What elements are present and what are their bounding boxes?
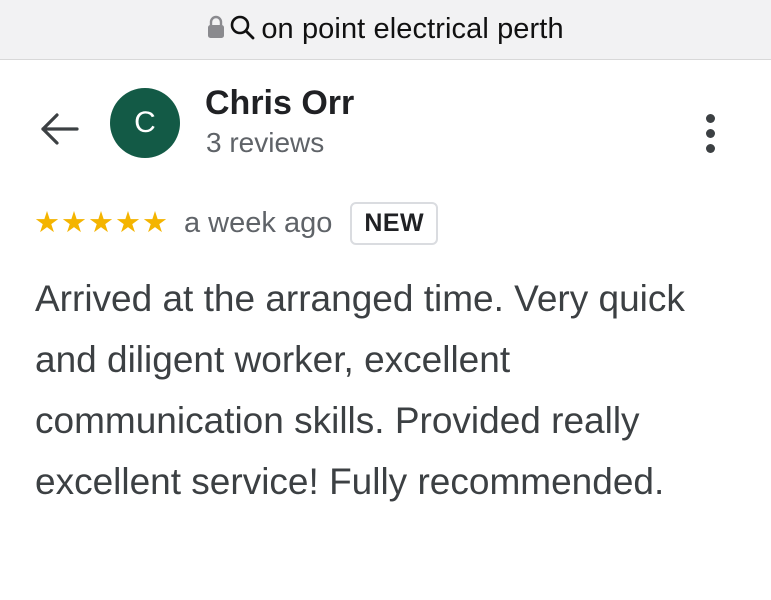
more-vertical-icon-dot xyxy=(705,143,715,153)
new-badge: NEW xyxy=(350,201,439,245)
star-rating: ★ ★ ★ ★ ★ xyxy=(34,208,168,238)
star-icon: ★ xyxy=(34,207,60,239)
more-options-button[interactable] xyxy=(690,108,730,158)
star-icon: ★ xyxy=(88,207,114,239)
star-icon: ★ xyxy=(115,207,141,239)
browser-url-bar[interactable]: on point electrical perth xyxy=(0,0,771,60)
lock-icon xyxy=(207,15,225,44)
url-bar-content[interactable]: on point electrical perth xyxy=(207,13,564,46)
reviewer-review-count: 3 reviews xyxy=(206,127,325,158)
search-icon xyxy=(229,14,255,45)
arrow-left-icon xyxy=(39,112,79,151)
star-icon: ★ xyxy=(61,207,87,239)
avatar-initial: C xyxy=(134,106,156,139)
review-meta-row: ★ ★ ★ ★ ★ a week ago NEW xyxy=(34,199,439,247)
more-vertical-icon-dot xyxy=(705,128,715,138)
back-button[interactable] xyxy=(36,108,82,154)
url-text[interactable]: on point electrical perth xyxy=(261,13,563,46)
review-header: C Chris Orr 3 reviews xyxy=(0,84,771,164)
more-vertical-icon-dot xyxy=(705,113,715,123)
avatar[interactable]: C xyxy=(110,88,180,158)
review-time: a week ago xyxy=(184,206,333,239)
star-icon: ★ xyxy=(142,207,168,239)
reviewer-name[interactable]: Chris Orr xyxy=(205,84,354,122)
review-text: Arrived at the arranged time. Very quick… xyxy=(35,278,685,502)
